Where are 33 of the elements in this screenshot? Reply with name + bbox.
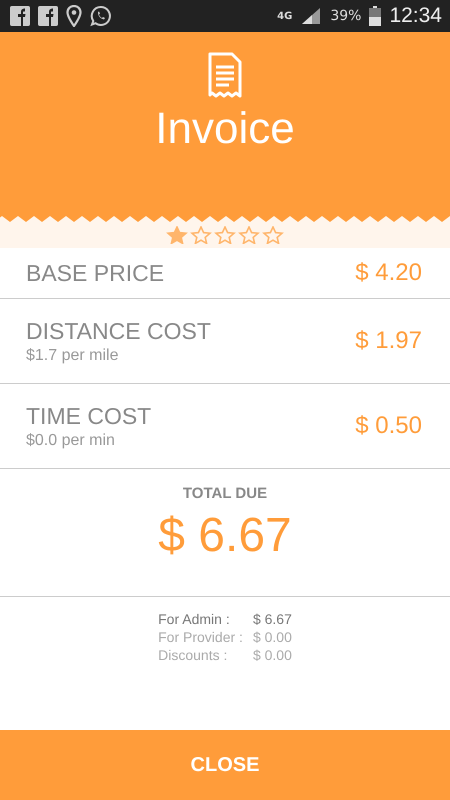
facebook-icon (38, 6, 58, 26)
total-amount: $ 6.67 (158, 508, 292, 563)
breakdown-amount: $ 0.00 (252, 629, 292, 645)
signal-icon (300, 6, 322, 26)
charge-amount: $ 4.20 (355, 259, 422, 287)
close-button[interactable]: CLOSE (0, 730, 450, 800)
breakdown-label: Discounts : (158, 647, 228, 663)
empty-star-icon (262, 226, 284, 244)
breakdown-label: For Provider : (158, 629, 243, 645)
breakdown-label: For Admin : (158, 611, 231, 627)
charge-label: DISTANCE COST (26, 318, 212, 344)
charge-rate: $1.7 per mile (26, 346, 120, 364)
charge-amount: $ 1.97 (355, 327, 422, 355)
clock-time: 12:34 (389, 4, 442, 28)
charge-label: BASE PRICE (26, 260, 166, 286)
battery-icon (369, 6, 382, 26)
page-title: Invoice (155, 104, 295, 154)
location-pin-icon (66, 5, 82, 27)
network-type-label: 4G (277, 10, 292, 22)
receipt-icon (207, 52, 243, 98)
filled-star-icon (166, 226, 188, 244)
charge-amount: $ 0.50 (355, 412, 422, 440)
empty-star-icon (214, 226, 236, 244)
charge-rate: $0.0 per min (26, 432, 116, 450)
breakdown-amount: $ 0.00 (252, 647, 292, 663)
total-label: TOTAL DUE (182, 485, 268, 502)
charge-label: TIME COST (26, 402, 152, 430)
empty-star-icon (238, 226, 260, 244)
breakdown-amount: $ 6.67 (252, 611, 292, 627)
chat-bubble-icon (90, 5, 112, 27)
battery-percentage: 39% (330, 8, 362, 24)
empty-star-icon (190, 226, 212, 244)
facebook-icon (10, 6, 30, 26)
